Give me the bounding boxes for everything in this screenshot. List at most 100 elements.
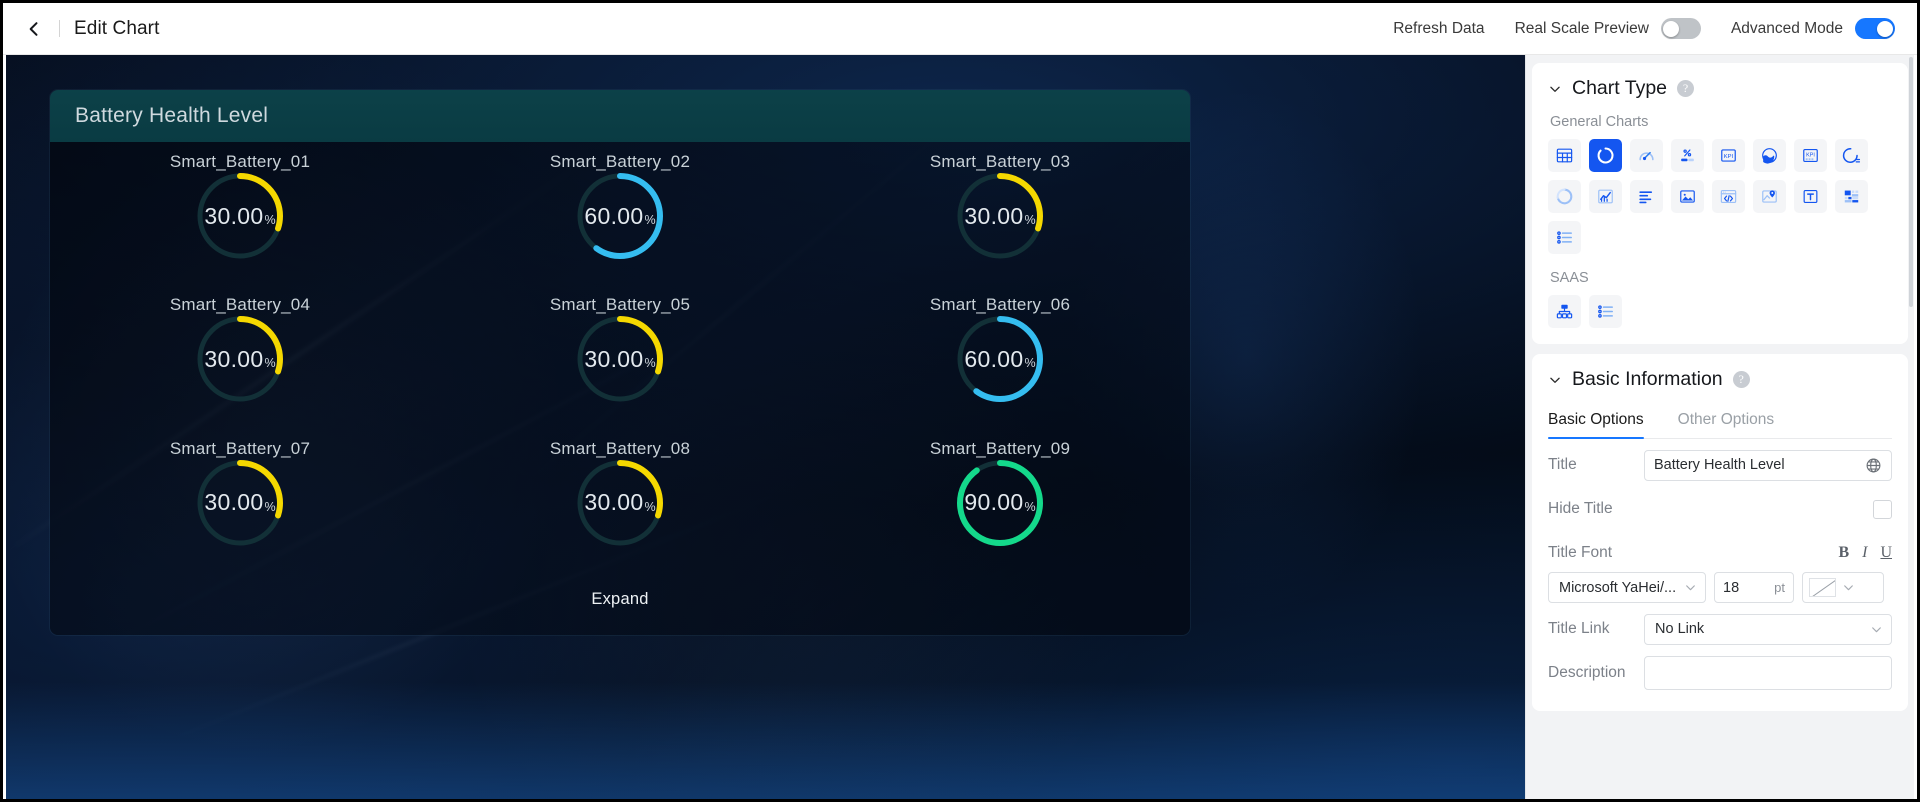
chart-type-image-icon[interactable] bbox=[1671, 180, 1704, 213]
chevron-down-icon[interactable] bbox=[1548, 373, 1562, 387]
title-font-label: Title Font bbox=[1548, 544, 1613, 561]
chart-type-map-pin-icon[interactable] bbox=[1753, 180, 1786, 213]
color-swatch bbox=[1809, 578, 1836, 597]
chevron-down-icon bbox=[1870, 623, 1883, 636]
chart-type-percent-bar-icon[interactable] bbox=[1671, 139, 1704, 172]
gauge-value-unit: % bbox=[1024, 356, 1036, 371]
chart-type-donut-icon[interactable] bbox=[1548, 180, 1581, 213]
title-input[interactable]: Battery Health Level bbox=[1644, 449, 1892, 481]
basic-information-title: Basic Information bbox=[1572, 368, 1723, 390]
gauge-value-number: 60.00 bbox=[964, 345, 1024, 372]
general-charts-label: General Charts bbox=[1550, 114, 1649, 130]
refresh-data-button[interactable]: Refresh Data bbox=[1393, 20, 1484, 38]
tab-other-options[interactable]: Other Options bbox=[1678, 405, 1775, 438]
hide-title-checkbox[interactable] bbox=[1873, 499, 1892, 519]
chart-type-grid-tiles-icon[interactable] bbox=[1835, 180, 1868, 213]
gauge-value-unit: % bbox=[1024, 499, 1036, 514]
question-mark-icon[interactable]: ? bbox=[1677, 80, 1695, 97]
gauge-cell: Smart_Battery_05 30.00% bbox=[430, 295, 810, 438]
gauge-value-number: 30.00 bbox=[584, 345, 644, 372]
title-link-label: Title Link bbox=[1548, 620, 1610, 637]
title-link-select[interactable]: No Link bbox=[1644, 613, 1892, 645]
font-size-input[interactable]: 18 pt bbox=[1714, 572, 1794, 603]
gauge-value-number: 90.00 bbox=[964, 489, 1024, 516]
gauge-ring: 30.00% bbox=[572, 455, 668, 551]
back-button[interactable] bbox=[21, 16, 47, 42]
chart-type-liquid-fill-icon[interactable] bbox=[1753, 139, 1786, 172]
svg-text:KPI: KPI bbox=[1806, 153, 1815, 159]
chart-type-table-icon[interactable] bbox=[1548, 139, 1581, 172]
toolbar-actions: Refresh Data Real Scale Preview Advanced… bbox=[1393, 18, 1895, 39]
font-size-value: 18 bbox=[1723, 579, 1740, 596]
chart-type-bullet-list-icon[interactable] bbox=[1548, 221, 1581, 254]
chart-preview-canvas: Battery Health Level Smart_Battery_01 30.… bbox=[6, 55, 1531, 799]
chart-type-ring-legend-icon[interactable] bbox=[1835, 139, 1868, 172]
description-row: Description bbox=[1548, 651, 1892, 695]
real-scale-preview-toggle[interactable] bbox=[1660, 18, 1701, 39]
chart-type-kpi-list-icon[interactable]: KPI bbox=[1794, 139, 1827, 172]
chart-type-gauge-icon[interactable] bbox=[1630, 139, 1663, 172]
gauge-value-unit: % bbox=[644, 213, 656, 227]
saas-label: SAAS bbox=[1550, 270, 1589, 286]
font-family-value: Microsoft YaHei/... bbox=[1559, 579, 1677, 596]
gauge-value: 30.00% bbox=[952, 168, 1048, 264]
arrow-left-icon bbox=[29, 21, 38, 36]
gauge-value: 60.00% bbox=[572, 168, 668, 264]
font-color-picker[interactable] bbox=[1802, 572, 1884, 603]
gauge-cell: Smart_Battery_09 90.00% bbox=[810, 439, 1190, 582]
description-input[interactable] bbox=[1644, 656, 1892, 690]
gauge-ring: 60.00% bbox=[952, 311, 1048, 407]
expand-button[interactable]: Expand bbox=[591, 590, 648, 608]
chart-type-ring-progress-icon[interactable] bbox=[1589, 139, 1622, 172]
globe-icon[interactable] bbox=[1865, 457, 1882, 474]
real-scale-preview-label: Real Scale Preview bbox=[1514, 19, 1649, 37]
chart-type-org-chart-icon[interactable] bbox=[1548, 295, 1581, 328]
gauge-value: 30.00% bbox=[572, 455, 668, 551]
gauge-value: 30.00% bbox=[572, 311, 668, 407]
underline-button[interactable]: U bbox=[1880, 544, 1892, 562]
gauge-value-unit: % bbox=[1024, 213, 1036, 227]
widget-body: Smart_Battery_01 30.00% Smart_Battery_02 60… bbox=[50, 142, 1190, 635]
font-family-select[interactable]: Microsoft YaHei/... bbox=[1548, 572, 1706, 603]
bold-button[interactable]: B bbox=[1838, 544, 1849, 562]
font-style-buttons: B I U bbox=[1838, 544, 1892, 562]
chart-type-line-chart-icon[interactable] bbox=[1589, 180, 1622, 213]
chart-type-title: Chart Type bbox=[1572, 77, 1668, 99]
gauge-cell: Smart_Battery_04 30.00% bbox=[50, 295, 430, 438]
real-scale-preview-group: Real Scale Preview bbox=[1515, 18, 1701, 39]
panel-scrollbar[interactable] bbox=[1909, 57, 1913, 307]
gauge-value-number: 30.00 bbox=[204, 489, 264, 516]
font-size-unit: pt bbox=[1774, 580, 1785, 595]
gauge-cell: Smart_Battery_03 30.00% bbox=[810, 152, 1190, 295]
advanced-mode-label: Advanced Mode bbox=[1730, 19, 1843, 37]
tab-basic-options[interactable]: Basic Options bbox=[1548, 405, 1644, 439]
saas-icon-row bbox=[1548, 295, 1892, 328]
edit-chart-window: Edit Chart Refresh Data Real Scale Previ… bbox=[0, 0, 1920, 802]
title-input-value: Battery Health Level bbox=[1654, 457, 1785, 473]
italic-button[interactable]: I bbox=[1862, 544, 1867, 562]
question-mark-icon[interactable]: ? bbox=[1732, 371, 1750, 388]
gauge-value-number: 60.00 bbox=[584, 202, 644, 229]
gauge-cell: Smart_Battery_01 30.00% bbox=[50, 152, 430, 295]
chart-type-header[interactable]: Chart Type ? bbox=[1548, 77, 1892, 100]
description-label: Description bbox=[1548, 664, 1626, 681]
basic-information-header[interactable]: Basic Information ? bbox=[1548, 368, 1892, 391]
gauge-value-unit: % bbox=[644, 356, 656, 371]
chart-type-bullet-list-icon[interactable] bbox=[1589, 295, 1622, 328]
chevron-down-icon[interactable] bbox=[1548, 82, 1562, 96]
chart-type-kpi-icon[interactable]: KPI bbox=[1712, 139, 1745, 172]
chart-type-code-icon[interactable] bbox=[1712, 180, 1745, 213]
gauge-cell: Smart_Battery_02 60.00% bbox=[430, 152, 810, 295]
advanced-mode-group: Advanced Mode bbox=[1731, 18, 1895, 39]
title-label: Title bbox=[1548, 456, 1577, 473]
widget-header: Battery Health Level bbox=[50, 90, 1190, 142]
gauge-value-unit: % bbox=[264, 213, 276, 227]
font-controls-row: Microsoft YaHei/... 18 pt bbox=[1548, 572, 1892, 603]
gauge-value-number: 30.00 bbox=[964, 202, 1024, 229]
advanced-mode-toggle[interactable] bbox=[1855, 18, 1895, 39]
gauge-ring: 30.00% bbox=[572, 311, 668, 407]
gauge-cell: Smart_Battery_06 60.00% bbox=[810, 295, 1190, 438]
chart-type-text-box-icon[interactable] bbox=[1794, 180, 1827, 213]
chart-type-bar-list-icon[interactable] bbox=[1630, 180, 1663, 213]
background-bottom-glow bbox=[6, 682, 1531, 799]
